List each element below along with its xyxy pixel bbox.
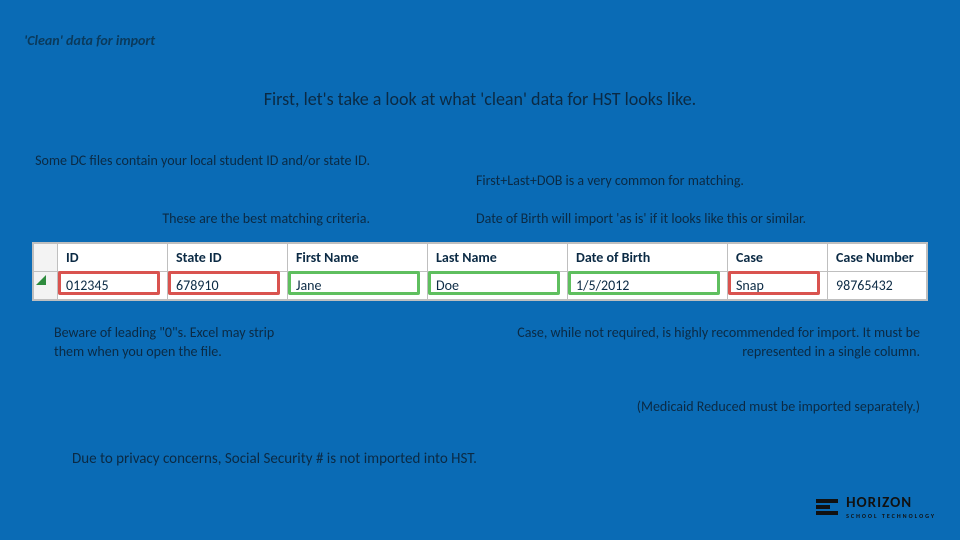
logo-mark-icon xyxy=(816,499,838,515)
cell-last-name: Doe xyxy=(428,272,568,300)
col-case: Case xyxy=(728,244,828,272)
slide-intro: First, let's take a look at what 'clean'… xyxy=(0,88,960,110)
slide-title: 'Clean' data for import xyxy=(24,32,155,49)
annotation-first-last-dob: First+Last+DOB is a very common for matc… xyxy=(476,172,936,191)
annotation-best-match: These are the best matching criteria. xyxy=(20,210,370,229)
example-table: ID State ID First Name Last Name Date of… xyxy=(32,242,928,301)
logo-sub: SCHOOL TECHNOLOGY xyxy=(846,512,936,520)
cell-case-number: 98765432 xyxy=(828,272,927,300)
cell-id: 012345 xyxy=(58,272,168,300)
table-row: 012345 678910 Jane Doe 1/5/2012 Snap 987… xyxy=(34,272,927,300)
annotation-leading-zeros: Beware of leading "0"s. Excel may strip … xyxy=(54,324,284,362)
row-indicator xyxy=(34,272,58,300)
annotation-privacy: Due to privacy concerns, Social Security… xyxy=(72,450,477,468)
horizon-logo: HORIZON SCHOOL TECHNOLOGY xyxy=(816,494,936,520)
cell-first-name: Jane xyxy=(288,272,428,300)
annotation-medicaid: (Medicaid Reduced must be imported separ… xyxy=(400,398,920,415)
col-state-id: State ID xyxy=(168,244,288,272)
cell-case: Snap xyxy=(728,272,828,300)
col-id: ID xyxy=(58,244,168,272)
logo-brand: HORIZON xyxy=(846,494,936,512)
col-last-name: Last Name xyxy=(428,244,568,272)
excel-triangle-icon xyxy=(36,275,46,285)
annotation-dob-as-is: Date of Birth will import 'as is' if it … xyxy=(476,210,956,229)
rowhead-blank xyxy=(34,244,58,272)
annotation-id-state: Some DC files contain your local student… xyxy=(20,152,370,171)
cell-dob: 1/5/2012 xyxy=(568,272,728,300)
table-header-row: ID State ID First Name Last Name Date of… xyxy=(34,244,927,272)
col-case-number: Case Number xyxy=(828,244,927,272)
col-first-name: First Name xyxy=(288,244,428,272)
col-dob: Date of Birth xyxy=(568,244,728,272)
cell-state-id: 678910 xyxy=(168,272,288,300)
annotation-case-column: Case, while not required, is highly reco… xyxy=(450,324,920,362)
